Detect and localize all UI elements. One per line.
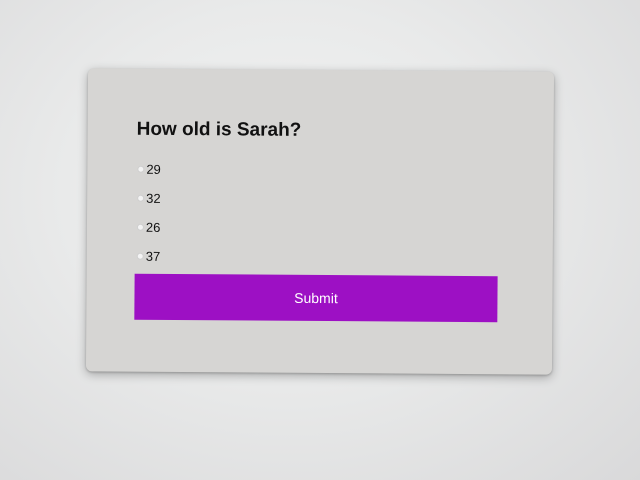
quiz-card: How old is Sarah? 29 32 26 37 Submit [85,68,555,375]
option-26[interactable]: 26 [136,213,161,242]
option-label: 32 [146,190,161,206]
submit-button[interactable]: Submit [134,273,498,323]
radio-button[interactable] [136,223,144,231]
radio-button[interactable] [137,165,145,173]
question-title: How old is Sarah? [136,118,302,141]
radio-button[interactable] [136,252,144,260]
option-37[interactable]: 37 [136,242,161,271]
answer-options: 29 32 26 37 [136,155,161,271]
option-label: 29 [146,161,161,177]
option-32[interactable]: 32 [137,184,161,213]
option-label: 26 [145,219,161,235]
radio-button[interactable] [137,194,145,202]
option-label: 37 [145,248,161,264]
option-29[interactable]: 29 [137,155,161,184]
